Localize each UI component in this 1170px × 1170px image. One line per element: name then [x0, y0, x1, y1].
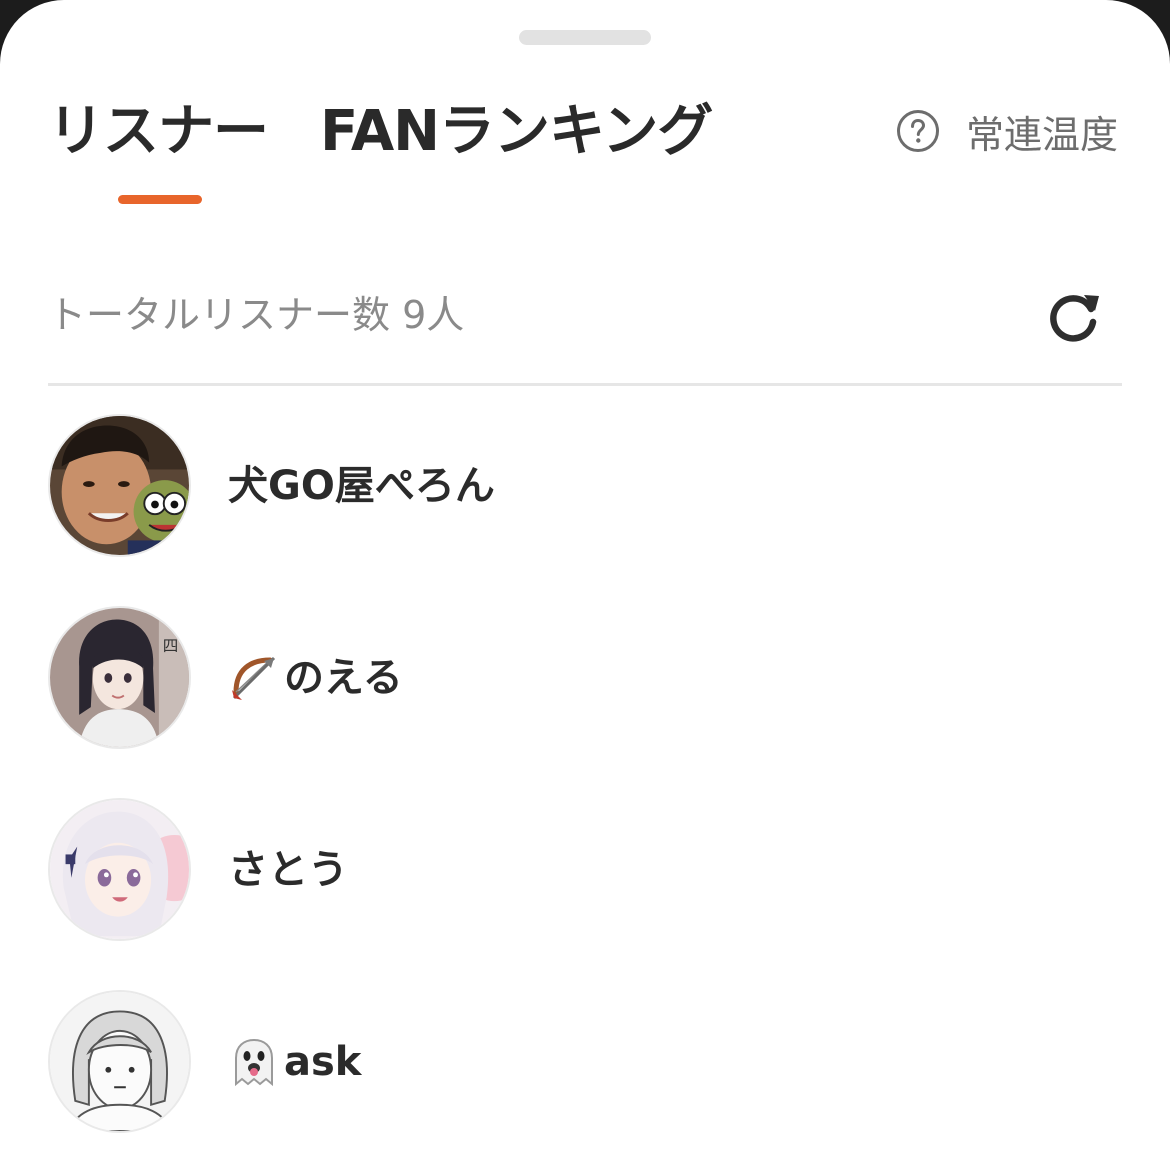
sheet-grabber[interactable]: [519, 30, 651, 45]
listener-name: さとう: [228, 844, 348, 896]
avatar: 四: [48, 606, 191, 749]
list-item[interactable]: 犬GO屋ぺろん: [48, 414, 1122, 606]
divider: [48, 383, 1122, 386]
listener-name: ask: [228, 1036, 361, 1088]
tab-listeners[interactable]: リスナー: [48, 98, 269, 166]
listener-name-text: 犬GO屋ぺろん: [228, 463, 495, 509]
question-circle-icon: [897, 110, 939, 152]
bottom-sheet: リスナー FANランキング 常連温度 トータルリスナー数 9人 犬GO屋ぺろん …: [0, 0, 1170, 1170]
listener-list: 犬GO屋ぺろん 四 のえる さとう ask: [48, 414, 1122, 1170]
listener-name-text: のえる: [284, 655, 403, 701]
svg-text:四: 四: [163, 637, 179, 655]
avatar: [48, 414, 191, 557]
list-item[interactable]: さとう: [48, 798, 1122, 990]
ghost-icon: [228, 1036, 280, 1088]
listener-name: のえる: [228, 652, 403, 704]
avatar: [48, 798, 191, 941]
list-item[interactable]: ask: [48, 990, 1122, 1170]
bow-and-arrow-icon: [228, 652, 280, 704]
listener-name-text: ask: [284, 1039, 362, 1085]
listener-name-text: さとう: [228, 847, 348, 893]
active-tab-indicator: [118, 195, 202, 204]
regular-temperature-help[interactable]: 常連温度: [896, 109, 1118, 157]
listener-name: 犬GO屋ぺろん: [228, 460, 495, 512]
total-listeners-count: トータルリスナー数 9人: [48, 293, 465, 337]
tab-fan-ranking[interactable]: FANランキング: [320, 98, 713, 166]
avatar: [48, 990, 191, 1133]
list-item[interactable]: 四 のえる: [48, 606, 1122, 798]
help-label: 常連温度: [966, 112, 1119, 157]
refresh-icon[interactable]: [1044, 288, 1104, 348]
